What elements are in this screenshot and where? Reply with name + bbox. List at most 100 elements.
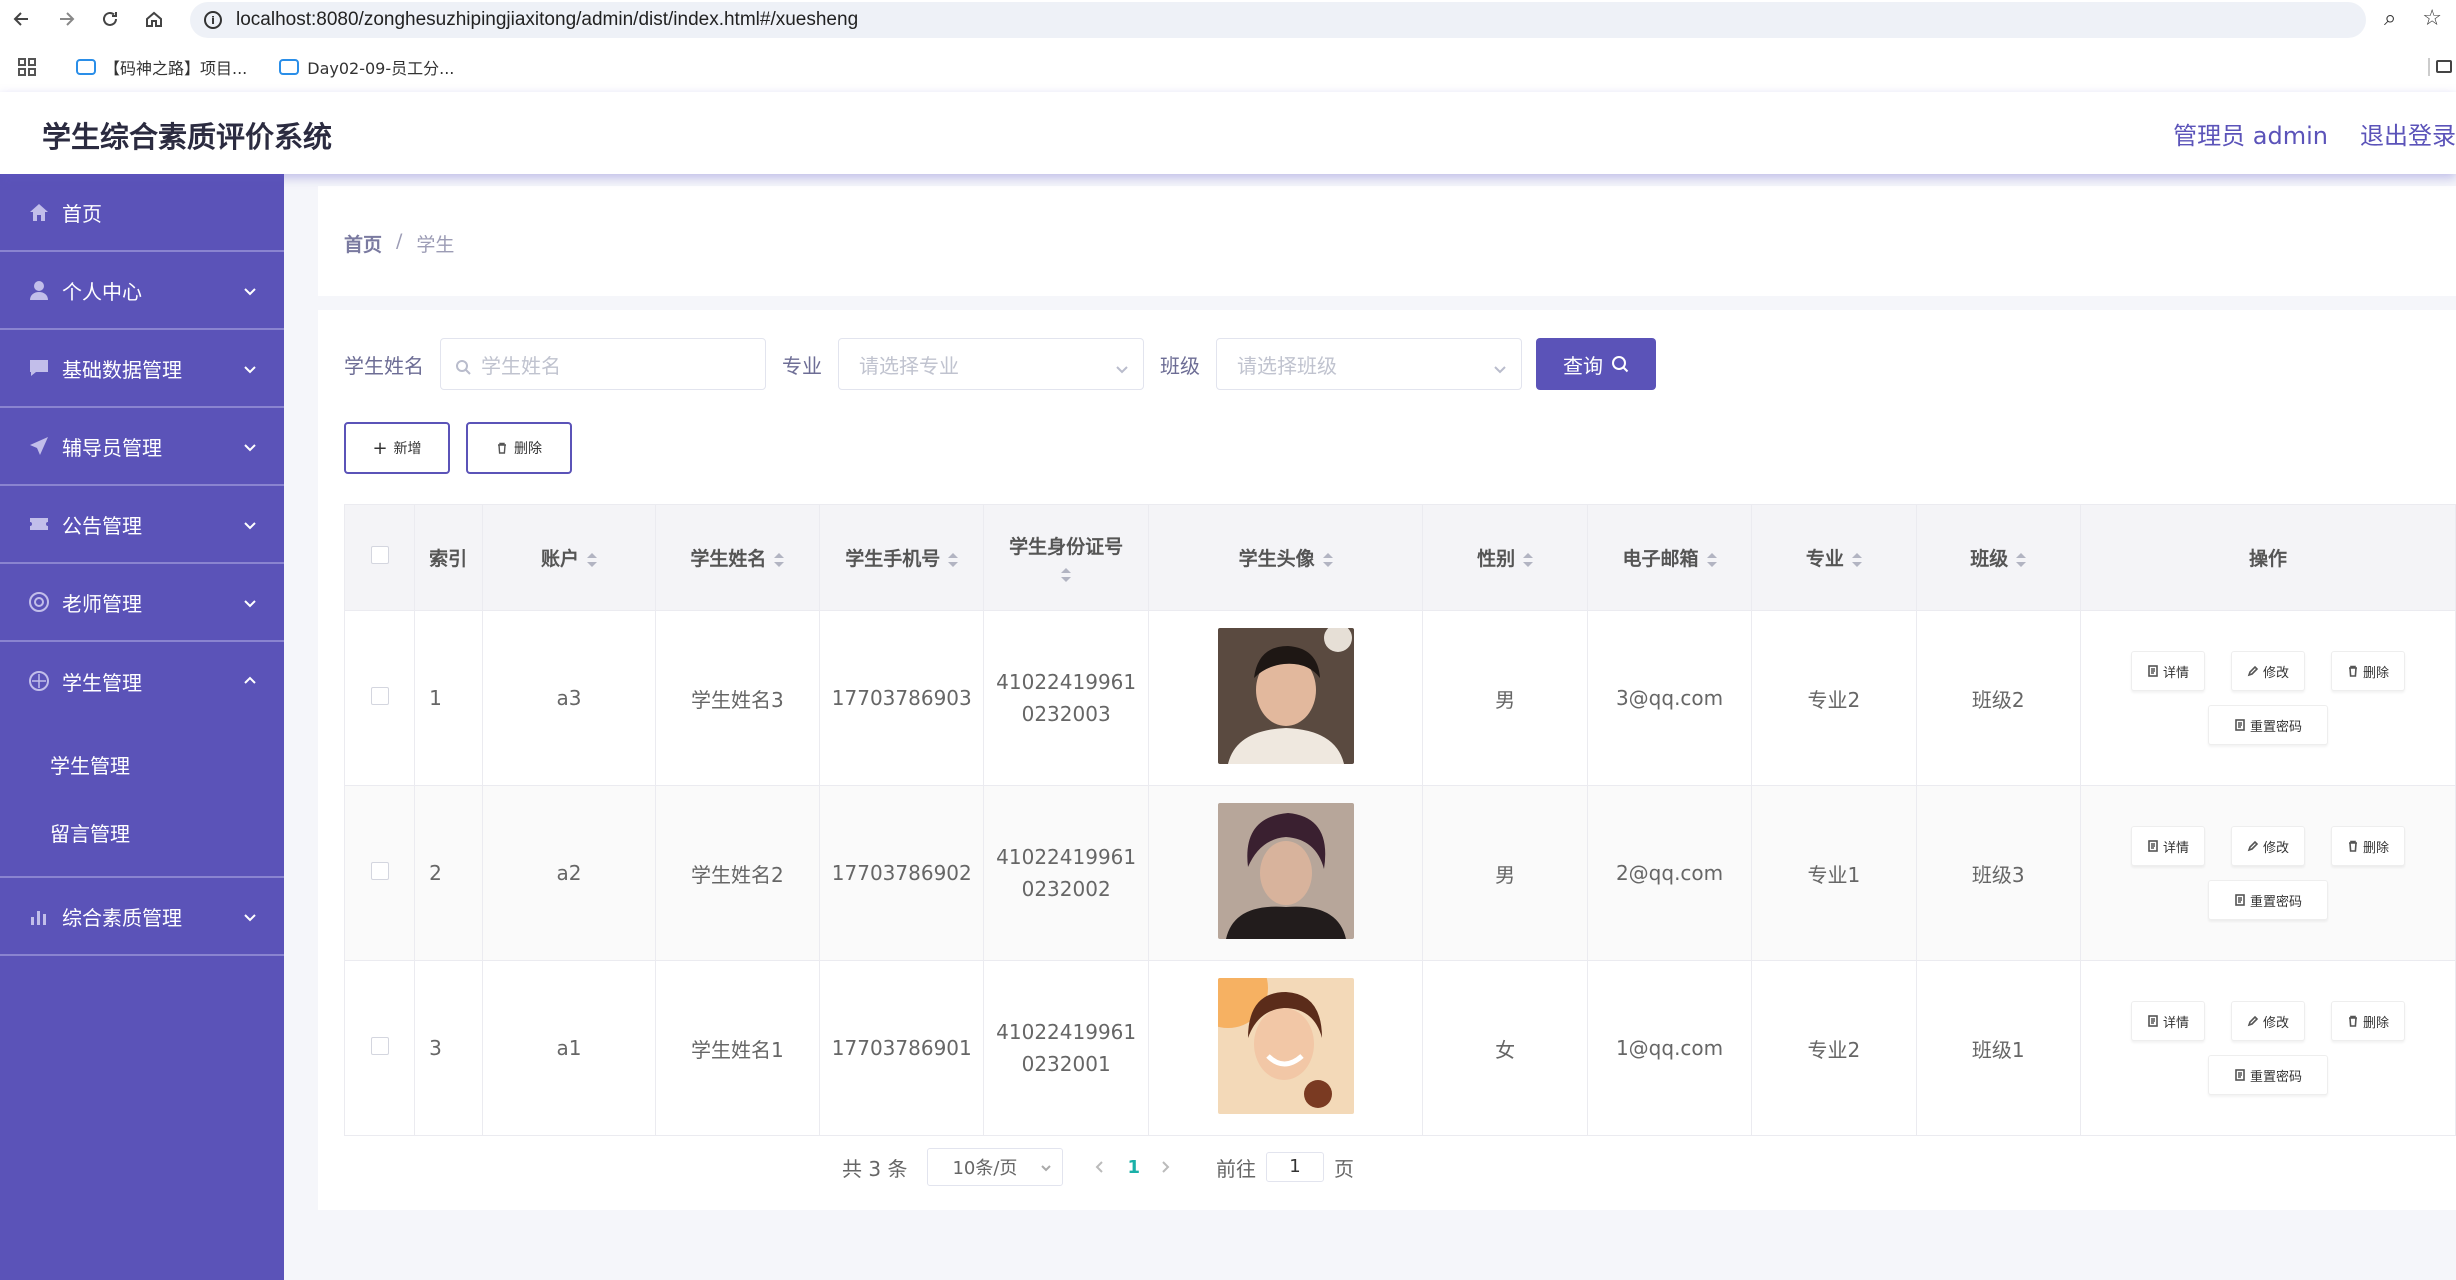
reset-password-button[interactable]: 重置密码 bbox=[2207, 705, 2328, 745]
col-gender[interactable]: 性别 bbox=[1422, 504, 1588, 611]
chevron-down-icon bbox=[242, 436, 258, 452]
trash-icon bbox=[2348, 1015, 2357, 1027]
cell-major: 专业1 bbox=[1751, 785, 1917, 961]
sort-icon[interactable] bbox=[774, 552, 785, 568]
col-major[interactable]: 专业 bbox=[1751, 504, 1917, 611]
row-checkbox[interactable] bbox=[370, 687, 389, 705]
search-icon bbox=[1612, 356, 1629, 373]
home-icon[interactable] bbox=[132, 0, 176, 38]
cell-avatar bbox=[1147, 785, 1424, 961]
app-header: 学生综合素质评价系统 管理员 admin 退出登录 bbox=[0, 92, 2456, 174]
star-icon[interactable]: ☆ bbox=[2422, 6, 2442, 31]
major-select[interactable]: 请选择专业 bbox=[838, 338, 1144, 390]
col-avatar[interactable]: 学生头像 bbox=[1147, 504, 1424, 611]
trash-icon bbox=[498, 442, 506, 454]
next-page-icon[interactable] bbox=[1158, 1159, 1174, 1175]
sort-icon[interactable] bbox=[1706, 552, 1717, 568]
sort-icon[interactable] bbox=[1523, 552, 1534, 568]
logout-link[interactable]: 退出登录 bbox=[2360, 116, 2456, 151]
cell-index: 3 bbox=[414, 960, 484, 1136]
cell-class: 班级2 bbox=[1915, 610, 2081, 786]
sidebar-item-home[interactable]: 首页 bbox=[0, 174, 284, 252]
document-icon bbox=[2235, 1069, 2245, 1081]
student-avatar-image bbox=[1217, 977, 1354, 1114]
sidebar-item-notice[interactable]: 公告管理 bbox=[0, 486, 284, 564]
col-phone[interactable]: 学生手机号 bbox=[819, 504, 985, 611]
edit-button[interactable]: 修改 bbox=[2230, 1001, 2305, 1041]
col-id-card[interactable]: 学生身份证号 bbox=[983, 504, 1149, 611]
sort-icon[interactable] bbox=[1851, 552, 1862, 568]
query-button[interactable]: 查询 bbox=[1536, 338, 1656, 390]
prev-page-icon[interactable] bbox=[1093, 1159, 1109, 1175]
cell-operations: 详情 修改 删除 重置密码 bbox=[2079, 785, 2456, 961]
delete-row-button[interactable]: 删除 bbox=[2330, 651, 2405, 691]
edit-icon bbox=[2247, 1015, 2259, 1027]
sort-icon[interactable] bbox=[1322, 552, 1333, 568]
submenu-message-manage[interactable]: 留言管理 bbox=[0, 798, 284, 866]
reset-password-button[interactable]: 重置密码 bbox=[2207, 1055, 2328, 1095]
goto-page: 前往 1 页 bbox=[1216, 1152, 1354, 1182]
url-text: localhost:8080/zonghesuzhipingjiaxitong/… bbox=[236, 9, 859, 30]
cell-name: 学生姓名1 bbox=[654, 960, 821, 1136]
sort-icon[interactable] bbox=[1061, 567, 1072, 583]
student-avatar-image bbox=[1217, 627, 1354, 764]
address-bar[interactable]: i localhost:8080/zonghesuzhipingjiaxiton… bbox=[190, 2, 2366, 38]
table-row: 3 a1 学生姓名1 17703786901 41022419961 023200… bbox=[343, 960, 2456, 1136]
reload-icon[interactable] bbox=[88, 0, 132, 38]
goto-page-input[interactable]: 1 bbox=[1265, 1152, 1324, 1182]
zoom-icon[interactable]: ⌕ bbox=[2384, 6, 2396, 31]
home-icon bbox=[28, 201, 50, 223]
student-name-input[interactable]: 学生姓名 bbox=[440, 338, 766, 390]
current-page-number[interactable]: 1 bbox=[1127, 1157, 1140, 1178]
cell-index: 2 bbox=[414, 785, 484, 961]
sidebar-item-personal-center[interactable]: 个人中心 bbox=[0, 252, 284, 330]
edit-icon bbox=[2247, 665, 2259, 677]
breadcrumb-current: 学生 bbox=[416, 234, 455, 256]
sidebar-item-basic-data[interactable]: 基础数据管理 bbox=[0, 330, 284, 408]
sort-icon[interactable] bbox=[587, 552, 598, 568]
select-all-checkbox[interactable] bbox=[370, 546, 389, 564]
folder-icon[interactable] bbox=[2436, 60, 2452, 73]
bookmark-item[interactable]: Day02-09-员工分... bbox=[279, 55, 454, 79]
delete-row-button[interactable]: 删除 bbox=[2330, 1001, 2405, 1041]
sidebar-item-quality[interactable]: 综合素质管理 bbox=[0, 878, 284, 956]
detail-button[interactable]: 详情 bbox=[2130, 651, 2205, 691]
add-button[interactable]: + 新增 bbox=[344, 422, 450, 474]
cell-email: 3@qq.com bbox=[1586, 610, 1753, 786]
apps-icon[interactable] bbox=[18, 58, 36, 76]
current-user[interactable]: 管理员 admin bbox=[2173, 116, 2328, 151]
page-size-select[interactable]: 10条/页 bbox=[927, 1148, 1064, 1186]
breadcrumb-home[interactable]: 首页 bbox=[344, 230, 382, 257]
reset-password-button[interactable]: 重置密码 bbox=[2207, 880, 2328, 920]
chat-icon bbox=[28, 357, 50, 379]
bookmark-item[interactable]: 【码神之路】项目... bbox=[76, 55, 247, 79]
compass-icon bbox=[28, 670, 50, 692]
col-email[interactable]: 电子邮箱 bbox=[1586, 504, 1753, 611]
forward-icon[interactable] bbox=[44, 0, 88, 38]
class-label: 班级 bbox=[1160, 353, 1200, 378]
sort-icon[interactable] bbox=[948, 552, 959, 568]
breadcrumb: 首页 / 学生 bbox=[344, 230, 454, 257]
edit-button[interactable]: 修改 bbox=[2230, 826, 2305, 866]
class-select[interactable]: 请选择班级 bbox=[1216, 338, 1522, 390]
table-row: 2 a2 学生姓名2 17703786902 41022419961 023200… bbox=[343, 785, 2456, 961]
row-checkbox[interactable] bbox=[370, 1037, 389, 1055]
sidebar-item-counselor[interactable]: 辅导员管理 bbox=[0, 408, 284, 486]
delete-row-button[interactable]: 删除 bbox=[2330, 826, 2405, 866]
detail-button[interactable]: 详情 bbox=[2130, 1001, 2205, 1041]
row-select-cell bbox=[343, 960, 416, 1136]
sort-icon[interactable] bbox=[2016, 552, 2027, 568]
col-class[interactable]: 班级 bbox=[1915, 504, 2081, 611]
site-info-icon[interactable]: i bbox=[204, 11, 222, 29]
back-icon[interactable] bbox=[0, 0, 44, 38]
sidebar-item-teacher[interactable]: 老师管理 bbox=[0, 564, 284, 642]
sidebar-item-student[interactable]: 学生管理 bbox=[0, 642, 284, 720]
col-account[interactable]: 账户 bbox=[482, 504, 656, 611]
chevron-down-icon bbox=[1041, 1165, 1052, 1172]
delete-button[interactable]: 删除 bbox=[466, 422, 572, 474]
row-checkbox[interactable] bbox=[370, 862, 389, 880]
col-name[interactable]: 学生姓名 bbox=[654, 504, 821, 611]
detail-button[interactable]: 详情 bbox=[2130, 826, 2205, 866]
edit-button[interactable]: 修改 bbox=[2230, 651, 2305, 691]
submenu-student-manage[interactable]: 学生管理 bbox=[0, 730, 284, 798]
